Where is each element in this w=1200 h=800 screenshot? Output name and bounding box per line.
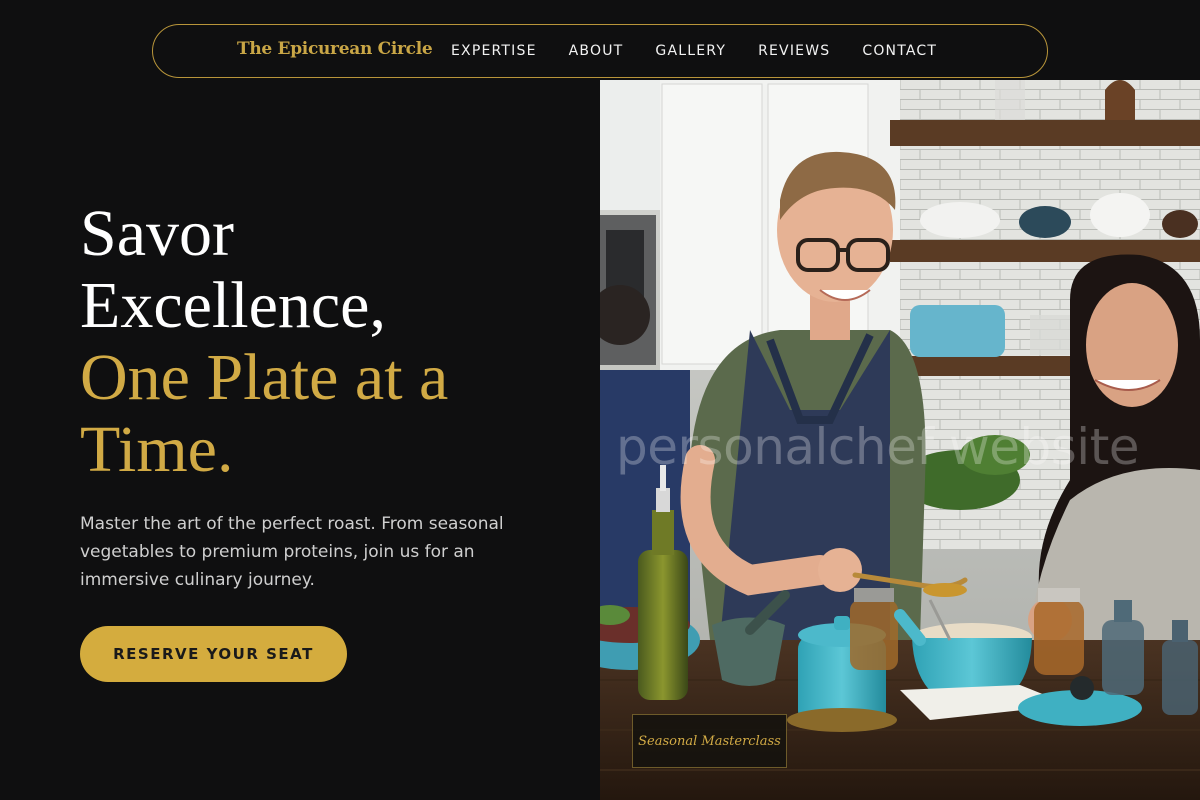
headline-line-3: One Plate at a (80, 341, 449, 414)
headline-line-4: Time. (80, 413, 234, 486)
nav-link-contact[interactable]: CONTACT (862, 43, 937, 59)
nav-link-expertise[interactable]: EXPERTISE (451, 43, 537, 59)
photo-caption: Seasonal Masterclass (632, 714, 787, 768)
headline-line-2: Excellence, (80, 269, 386, 342)
headline-line-1: Savor (80, 197, 234, 270)
hero-headline: Savor Excellence, One Plate at a Time. (80, 198, 580, 486)
hero-description: Master the art of the perfect roast. Fro… (80, 514, 504, 590)
nav-link-about[interactable]: ABOUT (569, 43, 624, 59)
hero-section: Savor Excellence, One Plate at a Time. (80, 198, 580, 486)
nav-links: EXPERTISE ABOUT GALLERY REVIEWS CONTACT (451, 25, 969, 77)
reserve-seat-button[interactable]: RESERVE YOUR SEAT (80, 626, 347, 682)
nav-link-reviews[interactable]: REVIEWS (758, 43, 830, 59)
top-navigation: The Epicurean Circle EXPERTISE ABOUT GAL… (152, 24, 1048, 78)
hero-photo (600, 80, 1200, 800)
brand-logo[interactable]: The Epicurean Circle (237, 39, 433, 59)
nav-link-gallery[interactable]: GALLERY (655, 43, 726, 59)
